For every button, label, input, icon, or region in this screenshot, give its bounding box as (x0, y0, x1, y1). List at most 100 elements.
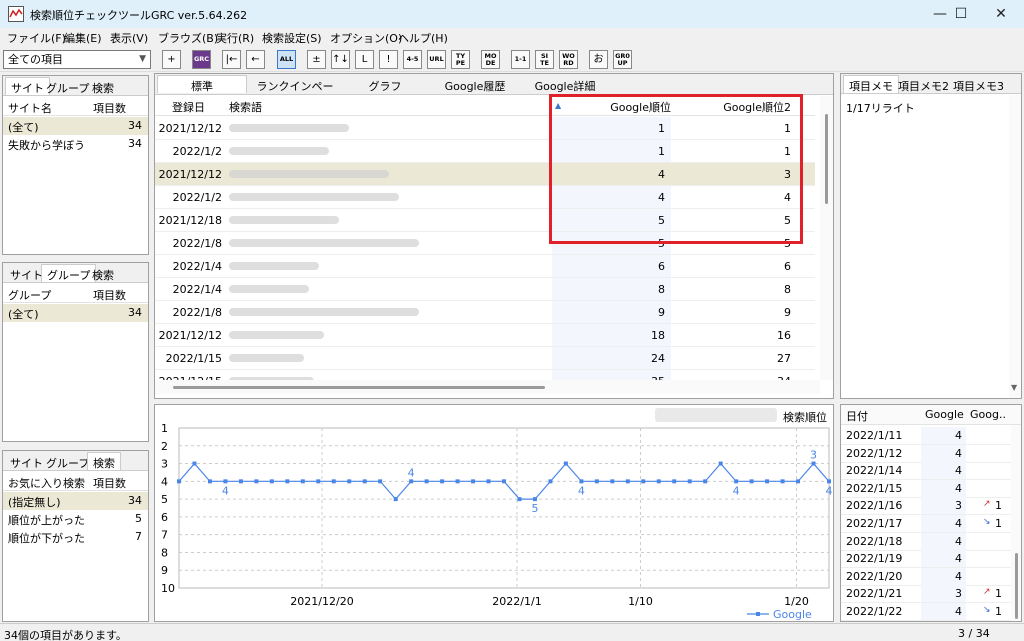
tab-memo-2[interactable]: 項目メモ2 (893, 76, 954, 94)
exclaim-button[interactable]: ! (379, 50, 398, 69)
data-label: 4 (222, 484, 229, 497)
rank-chart: 1 2 3 4 5 6 7 8 9 10 2021/12/20 2022/1/1 1/10 1/20 4 4 5… (161, 423, 833, 621)
tab-memo-1[interactable]: 項目メモ (843, 75, 899, 93)
rank-down-icon: ↘ (983, 605, 991, 615)
google-rank: 4 (955, 517, 962, 530)
close-button[interactable]: ✕ (978, 0, 1024, 28)
table-row[interactable]: 2022/1/11 4 (841, 427, 1011, 445)
column-header[interactable]: お気に入り検索 (8, 475, 85, 491)
data-point (424, 479, 429, 484)
site-button[interactable]: SI TE (535, 50, 554, 69)
scrollbar-thumb[interactable] (1015, 553, 1018, 619)
url-button[interactable]: URL (427, 50, 446, 69)
menu-options[interactable]: オプション(O) (330, 30, 402, 46)
data-point (254, 479, 259, 484)
column-header[interactable]: 項目数 (93, 287, 126, 303)
scrollbar-thumb[interactable] (173, 386, 545, 389)
column-header-date[interactable]: 登録日 (172, 99, 205, 115)
data-point (796, 479, 801, 484)
tab-search[interactable]: 検索 (87, 265, 119, 283)
data-point (703, 479, 708, 484)
tab-standard[interactable]: 標準 (157, 75, 247, 93)
horizontal-scrollbar[interactable] (155, 380, 820, 394)
group-button[interactable]: GR0 UP (613, 50, 632, 69)
menu-view[interactable]: 表示(V) (110, 30, 148, 46)
table-row[interactable]: 2022/1/18 4 (841, 532, 1011, 551)
table-row[interactable]: 2022/1/4 8 8 (155, 278, 815, 301)
y-tick-label: 1 (161, 423, 168, 435)
table-row[interactable]: 2022/1/4 6 6 (155, 255, 815, 278)
word-button[interactable]: WO RD (559, 50, 578, 69)
all-button[interactable]: ALL (277, 50, 296, 69)
vertical-scrollbar[interactable] (820, 96, 833, 380)
table-row[interactable]: 2022/1/15 4 (841, 479, 1011, 498)
data-point (811, 461, 816, 466)
list-item[interactable]: 順位が上がった 5 (3, 510, 148, 528)
list-item[interactable]: 順位が下がった 7 (3, 528, 148, 546)
one-one-button[interactable]: 1-1 (511, 50, 530, 69)
tab-google-detail[interactable]: Google詳細 (520, 76, 610, 94)
table-row[interactable]: 2022/1/21 3 ↗ 1 (841, 585, 1011, 604)
tab-memo-3[interactable]: 項目メモ3 (948, 76, 1009, 94)
menu-edit[interactable]: 編集(E) (64, 30, 102, 46)
table-row[interactable]: 2022/1/12 4 (841, 444, 1011, 463)
title-bar: 検索順位チェックツールGRC ver.5.64.262 — ☐ ✕ (0, 0, 1024, 28)
table-row[interactable]: 2022/1/17 4 ↘ 1 (841, 515, 1011, 533)
table-row[interactable]: 2021/12/12 18 16 (155, 324, 815, 347)
table-row[interactable]: 2022/1/22 4 ↘ 1 (841, 603, 1011, 621)
vertical-scrollbar[interactable] (1011, 425, 1021, 621)
table-row[interactable]: 2022/1/8 9 9 (155, 301, 815, 324)
list-item[interactable]: (指定無し) 34 (3, 492, 148, 510)
column-header[interactable]: Google (925, 408, 964, 421)
menu-search-settings[interactable]: 検索設定(S) (262, 30, 322, 46)
table-row[interactable]: 2022/1/19 4 (841, 550, 1011, 569)
add-item-button[interactable]: + (162, 50, 181, 69)
google-rank: 4 (955, 534, 962, 548)
mode-button[interactable]: MO DE (481, 50, 500, 69)
o-button[interactable]: お (589, 50, 608, 69)
vertical-scrollbar[interactable]: ▼ (1009, 95, 1021, 398)
first-button[interactable]: |← (222, 50, 241, 69)
rank-down-icon: ↘ (983, 517, 991, 527)
table-row[interactable]: 2022/1/20 4 (841, 567, 1011, 586)
table-row[interactable]: 2022/1/16 3 ↗ 1 (841, 497, 1011, 516)
table-row[interactable]: 2022/1/14 4 (841, 462, 1011, 481)
range-4-5-button[interactable]: 4-5 (403, 50, 422, 69)
scrollbar-thumb[interactable] (825, 114, 828, 204)
plus-minus-button[interactable]: ± (307, 50, 326, 69)
back-button[interactable]: ← (246, 50, 265, 69)
tab-google-history[interactable]: Google履歴 (430, 76, 520, 94)
menu-browse[interactable]: ブラウズ(B) (158, 30, 218, 46)
memo-text[interactable]: 1/17リライト (846, 100, 915, 116)
column-header[interactable]: Goog.. (970, 408, 1006, 421)
column-header[interactable]: 日付 (846, 408, 868, 424)
l-button[interactable]: L (355, 50, 374, 69)
up-down-button[interactable]: ↑↓ (331, 50, 350, 69)
type-button[interactable]: TY PE (451, 50, 470, 69)
data-label: 4 (578, 484, 585, 497)
column-header[interactable]: サイト名 (8, 100, 52, 116)
column-header[interactable]: 項目数 (93, 100, 126, 116)
grc-button[interactable]: GRC (192, 50, 211, 69)
list-item[interactable]: (全て) 34 (3, 304, 148, 322)
list-item[interactable]: (全て) 34 (3, 117, 148, 135)
search-panel: サイト グループ 検索 お気に入り検索 項目数 (指定無し) 34 順位が上がっ… (2, 450, 149, 622)
tab-graph[interactable]: グラフ (340, 76, 430, 94)
search-name: (指定無し) (8, 496, 61, 509)
tab-rankin-page[interactable]: ランクインページ (250, 76, 340, 109)
tab-search[interactable]: 検索 (87, 452, 121, 470)
table-row[interactable]: 2022/1/15 24 27 (155, 347, 815, 370)
column-header[interactable]: 項目数 (93, 475, 126, 491)
scroll-down-icon[interactable]: ▼ (1011, 383, 1017, 392)
registered-date: 2021/12/12 (158, 168, 222, 181)
column-header[interactable]: グループ (8, 287, 51, 303)
tab-search[interactable]: 検索 (87, 78, 119, 96)
list-item[interactable]: 失敗から学ぼう 34 (3, 135, 148, 153)
column-header-keyword[interactable]: 検索語 (229, 99, 262, 115)
menu-help[interactable]: ヘルプ(H) (398, 30, 448, 46)
item-filter-select[interactable]: 全ての項目 ▼ (3, 50, 151, 69)
menu-run[interactable]: 実行(R) (216, 30, 254, 46)
search-name: 順位が下がった (8, 532, 85, 545)
registered-date: 2022/1/15 (165, 352, 222, 365)
menu-file[interactable]: ファイル(F) (7, 30, 66, 46)
